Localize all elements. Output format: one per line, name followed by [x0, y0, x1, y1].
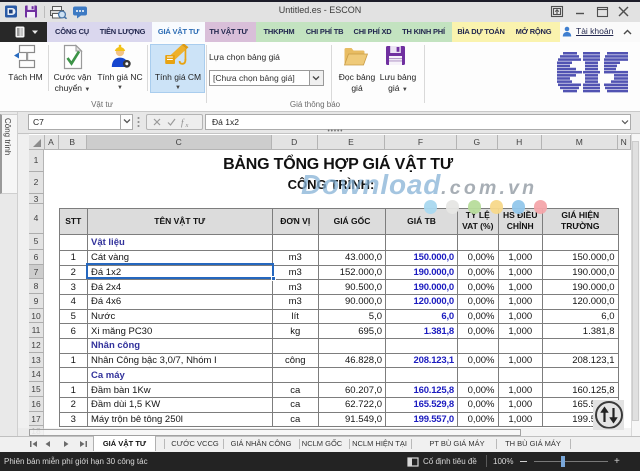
svg-text:x: x: [185, 122, 189, 128]
svg-text:f: f: [181, 118, 185, 128]
